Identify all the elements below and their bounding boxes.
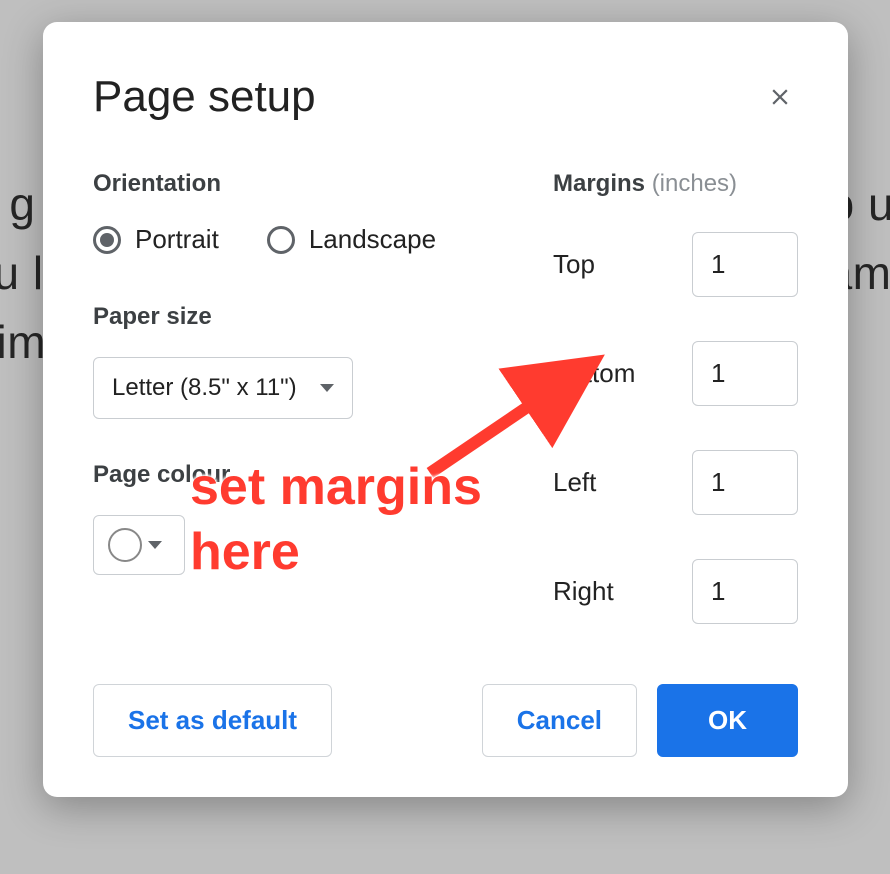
margin-bottom-label: Bottom [553, 358, 635, 389]
radio-indicator-icon [93, 226, 121, 254]
page-setup-dialog: Page setup Orientation Portrait Landscap… [43, 22, 848, 797]
orientation-portrait-radio[interactable]: Portrait [93, 224, 219, 255]
radio-indicator-icon [267, 226, 295, 254]
margin-top-label: Top [553, 249, 595, 280]
caret-down-icon [148, 541, 162, 549]
close-button[interactable] [762, 79, 798, 115]
margin-right-input[interactable]: 1 [692, 559, 798, 624]
cancel-button[interactable]: Cancel [482, 684, 637, 757]
colour-swatch-icon [108, 528, 142, 562]
margin-bottom-input[interactable]: 1 [692, 341, 798, 406]
margin-top-input[interactable]: 1 [692, 232, 798, 297]
caret-down-icon [320, 384, 334, 392]
margins-label-text: Margins [553, 170, 645, 197]
dialog-header: Page setup [93, 72, 798, 122]
page-colour-label: Page colour [93, 461, 493, 489]
landscape-label: Landscape [309, 224, 436, 255]
orientation-label: Orientation [93, 170, 493, 198]
dialog-title: Page setup [93, 72, 316, 122]
close-icon [767, 84, 793, 110]
ok-button[interactable]: OK [657, 684, 798, 757]
paper-size-label: Paper size [93, 303, 493, 331]
margins-label: Margins (inches) [553, 170, 798, 198]
margins-unit: (inches) [652, 170, 737, 197]
set-as-default-button[interactable]: Set as default [93, 684, 332, 757]
portrait-label: Portrait [135, 224, 219, 255]
margin-right-label: Right [553, 576, 614, 607]
page-colour-select[interactable] [93, 515, 185, 575]
margin-left-label: Left [553, 467, 596, 498]
margin-left-input[interactable]: 1 [692, 450, 798, 515]
orientation-landscape-radio[interactable]: Landscape [267, 224, 436, 255]
paper-size-select[interactable]: Letter (8.5" x 11") [93, 357, 353, 419]
paper-size-value: Letter (8.5" x 11") [112, 374, 297, 402]
